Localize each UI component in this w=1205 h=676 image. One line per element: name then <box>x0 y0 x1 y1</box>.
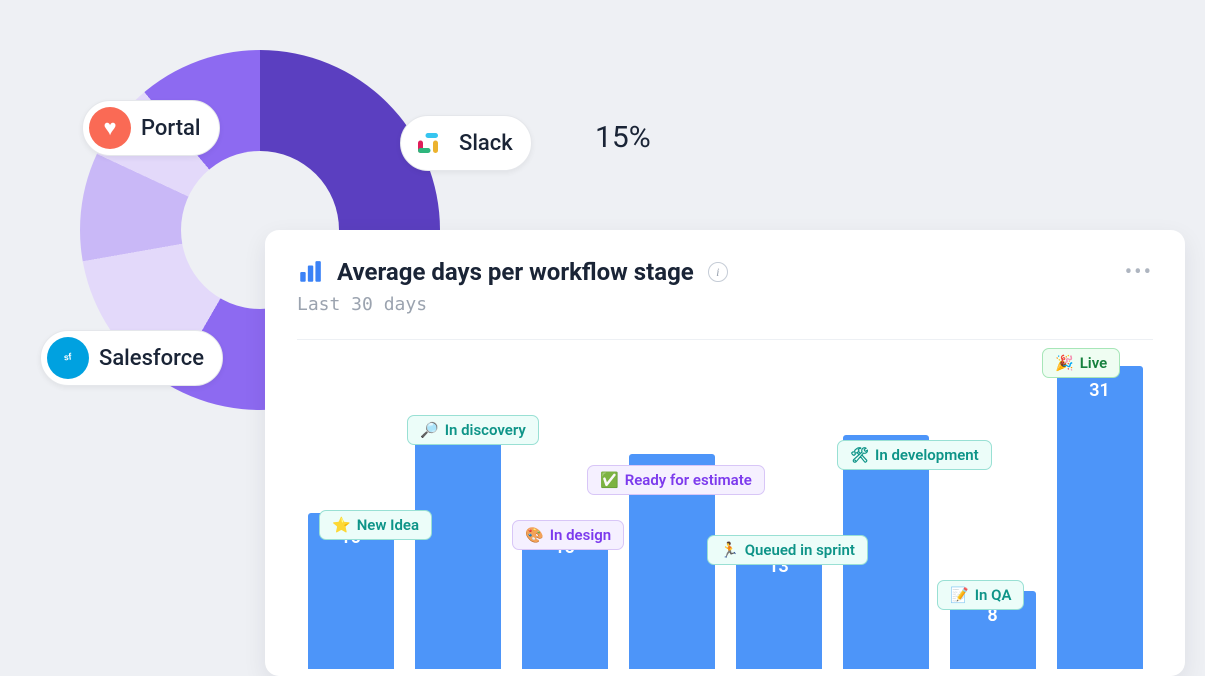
donut-pill-salesforce[interactable]: sf Salesforce <box>40 330 223 386</box>
portal-icon <box>89 107 131 149</box>
stage-tag-label: Ready for estimate <box>625 471 752 489</box>
slack-icon <box>407 122 449 164</box>
bar-column: 8 <box>949 340 1036 669</box>
bar-column: 16 <box>307 340 394 669</box>
stage-tag-queued-in-sprint[interactable]: 🏃 Queued in sprint <box>707 535 868 565</box>
bar[interactable]: 26 <box>415 415 501 669</box>
bar-chart-icon <box>297 259 323 285</box>
bar-chart: 162615221324831 ⭐ New Idea 🔎 In discovery 🎨 I… <box>297 339 1153 669</box>
stage-tag-label: New Idea <box>357 516 419 534</box>
info-icon[interactable]: i <box>708 262 728 282</box>
stage-emoji-icon: 🏃 <box>720 541 739 559</box>
stage-tag-in-design[interactable]: 🎨 In design <box>512 520 624 550</box>
donut-pill-portal[interactable]: Portal <box>82 100 220 156</box>
donut-pill-label: Slack <box>459 131 513 156</box>
bar-column: 22 <box>628 340 715 669</box>
stage-emoji-icon: 🎉 <box>1055 354 1074 372</box>
stage-emoji-icon: ✅ <box>600 471 619 489</box>
stage-tag-in-discovery[interactable]: 🔎 In discovery <box>407 415 539 445</box>
stage-tag-ready-for-estimate[interactable]: ✅ Ready for estimate <box>587 465 765 495</box>
stage-emoji-icon: 📝 <box>950 586 969 604</box>
stage-tag-label: Queued in sprint <box>745 541 855 559</box>
stage-tag-label: In design <box>550 526 611 544</box>
stage-tag-label: In QA <box>975 586 1012 604</box>
bar-column: 24 <box>842 340 929 669</box>
stage-emoji-icon: ⭐ <box>332 516 351 534</box>
stage-tag-label: In discovery <box>445 421 526 439</box>
stage-emoji-icon: 🔎 <box>420 421 439 439</box>
bar-column: 15 <box>521 340 608 669</box>
donut-pill-label: Salesforce <box>99 346 204 371</box>
donut-pill-slack[interactable]: Slack <box>400 115 532 171</box>
bar-column: 31 <box>1056 340 1143 669</box>
bar-column: 26 <box>414 340 501 669</box>
stage-tag-label: Live <box>1080 354 1108 372</box>
bar[interactable]: 31 <box>1057 366 1143 669</box>
workflow-stage-card: Average days per workflow stage i ••• La… <box>265 230 1185 676</box>
stage-tag-live[interactable]: 🎉 Live <box>1042 348 1120 378</box>
card-title: Average days per workflow stage <box>337 258 694 286</box>
donut-pill-label: Portal <box>141 116 201 141</box>
stage-tag-new-idea[interactable]: ⭐ New Idea <box>319 510 432 540</box>
donut-slack-value: 15% <box>595 120 651 155</box>
salesforce-icon: sf <box>47 337 89 379</box>
stage-tag-in-development[interactable]: 🛠 In development <box>837 440 992 470</box>
more-menu-icon[interactable]: ••• <box>1125 260 1153 285</box>
card-subtitle: Last 30 days <box>297 294 1153 315</box>
card-header: Average days per workflow stage i ••• <box>297 258 1153 286</box>
stage-tag-in-qa[interactable]: 📝 In QA <box>937 580 1024 610</box>
stage-emoji-icon: 🎨 <box>525 526 544 544</box>
stage-emoji-icon: 🛠 <box>850 446 869 464</box>
stage-tag-label: In development <box>875 446 979 464</box>
bar-column: 13 <box>735 340 822 669</box>
